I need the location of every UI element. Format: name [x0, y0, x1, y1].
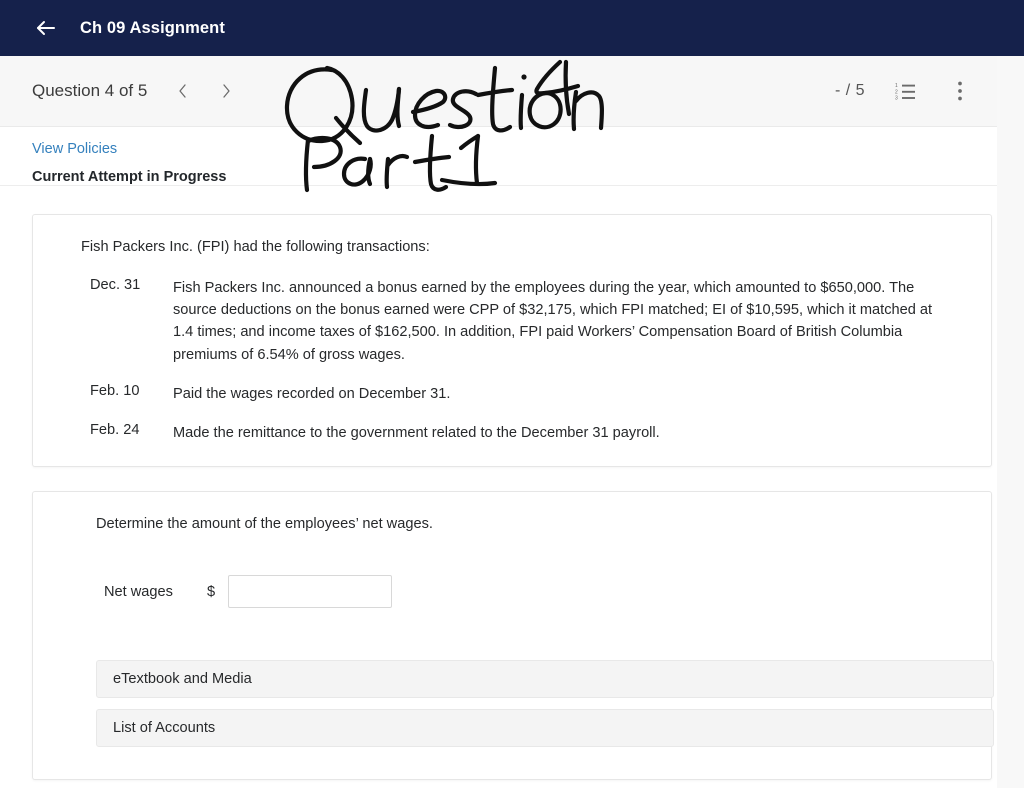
- transactions-table: Dec. 31 Fish Packers Inc. announced a bo…: [33, 277, 991, 444]
- answer-prompt: Determine the amount of the employees’ n…: [96, 516, 433, 533]
- answer-row: Net wages $: [33, 575, 991, 609]
- transaction-date: Dec. 31: [90, 277, 141, 293]
- question-card: Fish Packers Inc. (FPI) had the followin…: [32, 214, 992, 468]
- content-area: View Policies Current Attempt in Progres…: [0, 127, 997, 788]
- currency-symbol: $: [207, 583, 216, 600]
- assignment-page: Ch 09 Assignment Question 4 of 5 - / 5 1: [0, 0, 1024, 788]
- transaction-description: Fish Packers Inc. announced a bonus earn…: [173, 280, 933, 363]
- resource-accordion: eTextbook and Media List of Accounts: [96, 660, 994, 748]
- toolbar-actions: - / 5 1 2 3: [835, 78, 997, 104]
- view-policies-link[interactable]: View Policies: [32, 141, 117, 157]
- question-intro: Fish Packers Inc. (FPI) had the followin…: [81, 239, 430, 255]
- transaction-date: Feb. 10: [90, 382, 140, 399]
- table-row: Dec. 31 Fish Packers Inc. announced a bo…: [33, 277, 991, 383]
- page-title: Ch 09 Assignment: [80, 18, 225, 37]
- question-navigation: [175, 81, 233, 101]
- answer-card: Determine the amount of the employees’ n…: [32, 491, 994, 781]
- svg-text:2: 2: [895, 89, 898, 95]
- chevron-right-icon[interactable]: [219, 81, 233, 101]
- question-toolbar: Question 4 of 5 - / 5 1 2 3: [0, 56, 997, 127]
- more-vertical-icon[interactable]: [947, 78, 973, 104]
- attempt-status: Current Attempt in Progress: [32, 169, 227, 185]
- list-of-accounts-button[interactable]: List of Accounts: [96, 709, 994, 748]
- etextbook-and-media-button[interactable]: eTextbook and Media: [96, 660, 994, 699]
- transaction-description: Made the remittance to the government re…: [173, 424, 660, 441]
- net-wages-label: Net wages: [104, 583, 173, 600]
- attempt-subheader: View Policies Current Attempt in Progres…: [0, 127, 997, 186]
- numbered-list-icon[interactable]: 1 2 3: [893, 78, 919, 104]
- transaction-date: Feb. 24: [90, 421, 140, 438]
- svg-text:3: 3: [895, 96, 898, 101]
- chevron-left-icon[interactable]: [175, 81, 189, 101]
- net-wages-input[interactable]: [228, 575, 392, 609]
- score-display: - / 5: [834, 82, 865, 99]
- table-row: Feb. 10 Paid the wages recorded on Decem…: [33, 383, 991, 422]
- question-counter: Question 4 of 5: [32, 81, 148, 100]
- table-row: Feb. 24 Made the remittance to the gover…: [33, 422, 991, 444]
- back-arrow-icon[interactable]: [34, 16, 58, 40]
- app-header: Ch 09 Assignment: [0, 0, 1024, 56]
- transaction-description: Paid the wages recorded on December 31.: [173, 385, 451, 402]
- svg-text:1: 1: [895, 83, 898, 89]
